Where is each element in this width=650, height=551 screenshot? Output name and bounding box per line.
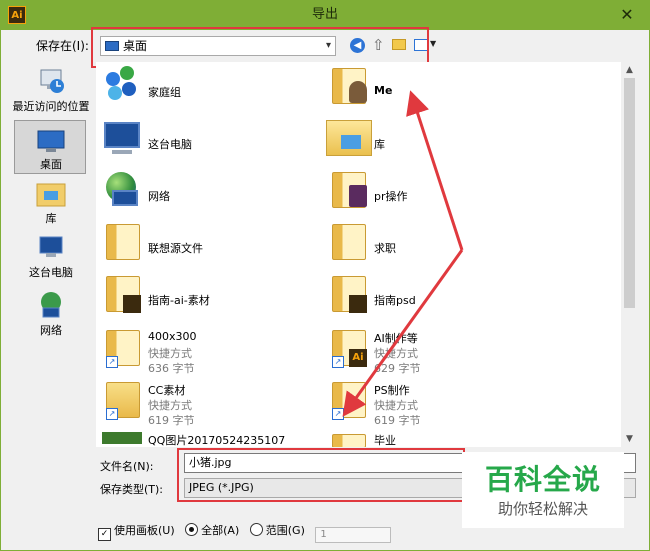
file-name: pr操作 (374, 190, 408, 203)
network-monitor (112, 190, 138, 206)
vertical-scrollbar[interactable]: ▲ ▼ (621, 62, 638, 447)
user-folder-icon (332, 68, 367, 104)
library-icon (326, 120, 372, 156)
homegroup-icon (102, 66, 142, 102)
watermark-title: 百科全说 (484, 463, 601, 496)
file-type: 快捷方式 (374, 347, 418, 360)
file-list[interactable]: 家庭组 Me 这台电脑 库 网络 pr操作 联想源文件 求职 指南-ai-素材 … (96, 62, 621, 447)
file-name: CC素材 (148, 384, 186, 397)
all-radio-label: 全部(A) (201, 524, 240, 537)
file-type: 快捷方式 (148, 399, 192, 412)
list-item[interactable]: 求职 (322, 222, 542, 270)
window-title: 导出 (311, 7, 338, 22)
place-desktop[interactable]: 桌面 (8, 120, 94, 174)
place-label: 最近访问的位置 (12, 100, 90, 113)
folder-icon (106, 224, 140, 260)
watermark-subtitle: 助你轻松解决 (497, 500, 588, 518)
file-name: 毕业 (374, 434, 396, 447)
file-name: 家庭组 (148, 86, 181, 99)
filename-label: 文件名(N): (100, 460, 154, 473)
use-artboards-label: 使用画板(U) (114, 524, 175, 537)
title-bar: Ai 导出 ✕ (0, 0, 650, 30)
file-size: 629 字节 (374, 362, 421, 375)
all-radio[interactable] (185, 523, 199, 536)
file-name: 这台电脑 (148, 138, 192, 151)
place-label: 网络 (40, 324, 62, 337)
list-item[interactable]: 库 (322, 118, 542, 166)
shortcut-arrow-icon: ↗ (106, 356, 118, 368)
file-size: 636 字节 (148, 362, 195, 375)
file-name: 指南-ai-素材 (148, 294, 210, 307)
folder-icon (106, 276, 141, 313)
file-name: 联想源文件 (148, 242, 203, 255)
list-item[interactable]: 这台电脑 (96, 118, 316, 166)
folder-icon (332, 276, 367, 313)
place-network[interactable]: 网络 (8, 290, 94, 338)
folder-icon (332, 172, 367, 208)
scroll-up-icon[interactable]: ▲ (621, 62, 638, 78)
places-bar: 最近访问的位置 桌面 库 这台电脑 网络 (8, 62, 94, 516)
use-artboards-checkbox[interactable]: ✓ (98, 528, 111, 541)
save-in-label: 保存在(I): (36, 39, 89, 53)
file-name: 库 (374, 138, 385, 151)
image-file-icon (102, 432, 142, 444)
file-size: 619 字节 (374, 414, 421, 427)
desktop-icon (37, 130, 65, 152)
place-computer[interactable]: 这台电脑 (8, 234, 94, 280)
computer-icon (104, 122, 140, 148)
list-item[interactable]: ↗ CC素材 快捷方式 619 字节 (96, 380, 316, 428)
list-item[interactable]: 家庭组 (96, 66, 316, 114)
filetype-label: 保存类型(T): (100, 483, 164, 496)
scrollbar-thumb[interactable] (624, 78, 635, 308)
network-icon (41, 292, 61, 318)
list-item[interactable]: Ai ↗ AI制作等 快捷方式 629 字节 (322, 328, 542, 376)
view-menu-chevron-icon[interactable]: ▼ (430, 39, 436, 48)
shortcut-arrow-icon: ↗ (332, 408, 344, 420)
annotation-box-bottom (177, 448, 465, 502)
folder-icon (332, 434, 366, 447)
file-name: 求职 (374, 242, 396, 255)
recent-places-icon (40, 69, 64, 93)
file-name: Me (374, 84, 393, 97)
list-item[interactable]: 指南-ai-素材 (96, 274, 316, 322)
computer-icon (39, 236, 63, 257)
list-item[interactable]: Me (322, 66, 542, 114)
watermark: 百科全说 助你轻松解决 (462, 452, 624, 528)
list-item[interactable]: 指南psd (322, 274, 542, 322)
file-name: QQ图片20170524235107 (148, 434, 286, 447)
list-item[interactable]: 网络 (96, 170, 316, 218)
range-radio-label: 范围(G) (265, 524, 305, 537)
shortcut-arrow-icon: ↗ (106, 408, 118, 420)
file-name: AI制作等 (374, 332, 418, 345)
list-item[interactable]: QQ图片20170524235107 (96, 432, 316, 447)
library-icon (36, 183, 66, 207)
place-label: 桌面 (40, 158, 62, 171)
list-item[interactable]: 联想源文件 (96, 222, 316, 270)
file-size: 619 字节 (148, 414, 195, 427)
place-label: 库 (45, 212, 57, 225)
file-name: 指南psd (374, 294, 416, 307)
place-recent[interactable]: 最近访问的位置 (8, 66, 94, 114)
export-options: ✓ 使用画板(U) 全部(A) 范围(G) 1 (98, 523, 392, 543)
list-item[interactable]: ↗ PS制作 快捷方式 619 字节 (322, 380, 542, 428)
list-item[interactable]: ↗ 400x300 快捷方式 636 字节 (96, 328, 316, 376)
close-button[interactable]: ✕ (604, 0, 650, 30)
computer-stand (112, 150, 132, 154)
file-type: 快捷方式 (148, 347, 192, 360)
range-radio[interactable] (249, 523, 263, 536)
file-name: PS制作 (374, 384, 410, 397)
file-name: 网络 (148, 190, 170, 203)
range-input[interactable]: 1 (315, 527, 392, 543)
place-label: 这台电脑 (29, 266, 73, 279)
shortcut-arrow-icon: ↗ (332, 356, 344, 368)
file-name: 400x300 (148, 330, 197, 343)
list-item[interactable]: 毕业 (322, 432, 542, 447)
list-item[interactable]: pr操作 (322, 170, 542, 218)
place-library[interactable]: 库 (8, 180, 94, 226)
file-type: 快捷方式 (374, 399, 418, 412)
scroll-down-icon[interactable]: ▼ (621, 431, 638, 447)
folder-icon (332, 224, 366, 260)
